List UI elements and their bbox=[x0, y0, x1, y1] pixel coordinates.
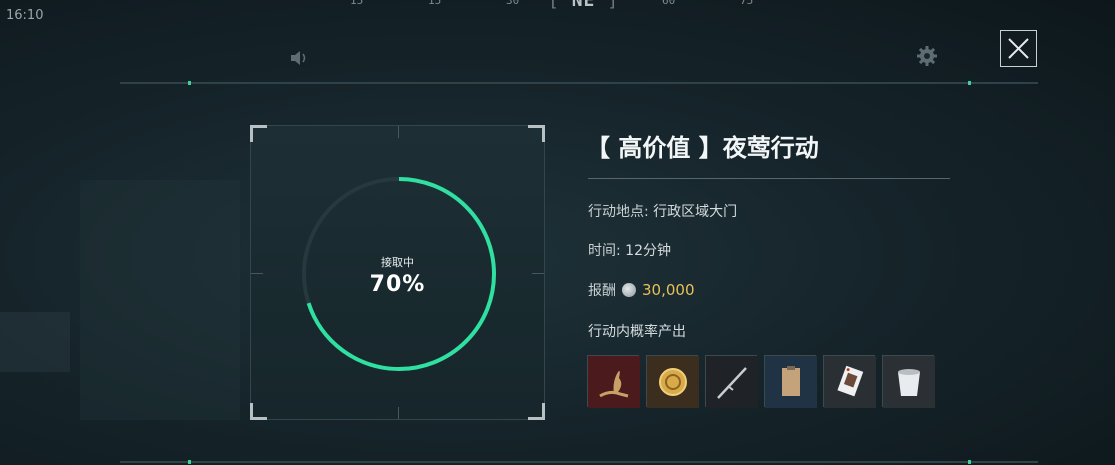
time-value: 12分钟 bbox=[625, 243, 671, 259]
compass-direction: NE bbox=[548, 0, 619, 11]
compass-tick: 60 bbox=[662, 0, 676, 7]
drops-label: 行动内概率产出 bbox=[588, 324, 686, 340]
bucket-icon bbox=[883, 356, 935, 408]
item-slot[interactable] bbox=[587, 355, 640, 408]
item-slot[interactable] bbox=[705, 355, 758, 408]
item-slot[interactable] bbox=[764, 355, 817, 408]
progress-percent: 70% bbox=[369, 272, 426, 297]
background-panel bbox=[80, 180, 240, 420]
playing-card-icon bbox=[824, 356, 876, 408]
item-slot[interactable] bbox=[882, 355, 935, 408]
currency-coin-icon bbox=[622, 283, 636, 297]
reward-label: 报酬 bbox=[588, 283, 616, 299]
background-panel bbox=[0, 312, 70, 372]
location-label: 行动地点: bbox=[588, 204, 649, 220]
reward-row: 报酬 30,000 bbox=[588, 280, 695, 300]
hud-top-line bbox=[120, 81, 1038, 85]
compass-tick: 75 bbox=[740, 0, 754, 7]
compass-tick: 30 bbox=[506, 0, 520, 7]
compass-tick: 15 bbox=[350, 0, 364, 7]
mission-title: 【 高价值 】夜莺行动 bbox=[586, 134, 819, 162]
time-row: 时间: 12分钟 bbox=[588, 240, 671, 260]
compass-tick: 15 bbox=[428, 0, 442, 7]
location-value: 行政区域大门 bbox=[653, 204, 738, 220]
location-row: 行动地点: 行政区域大门 bbox=[588, 201, 737, 221]
time-label: 时间: bbox=[588, 243, 621, 259]
divider bbox=[588, 178, 950, 179]
golden-statue-icon bbox=[588, 356, 640, 408]
gear-icon[interactable] bbox=[916, 45, 938, 67]
reward-value: 30,000 bbox=[642, 281, 695, 299]
progress-status: 接取中 bbox=[381, 256, 414, 269]
close-button[interactable] bbox=[1000, 30, 1037, 67]
gold-coin-icon bbox=[647, 356, 699, 408]
hud-bottom-line bbox=[120, 460, 1038, 464]
item-slot[interactable] bbox=[823, 355, 876, 408]
rifle-icon bbox=[706, 356, 758, 408]
clock: 16:10 bbox=[6, 8, 44, 23]
close-icon bbox=[1008, 38, 1029, 59]
acceptance-progress-panel: 接取中 70% bbox=[250, 125, 545, 420]
volume-icon[interactable] bbox=[289, 48, 311, 68]
compass: 15 15 30 NE 60 75 bbox=[330, 0, 790, 16]
clipboard-icon bbox=[765, 356, 817, 408]
item-slot[interactable] bbox=[646, 355, 699, 408]
